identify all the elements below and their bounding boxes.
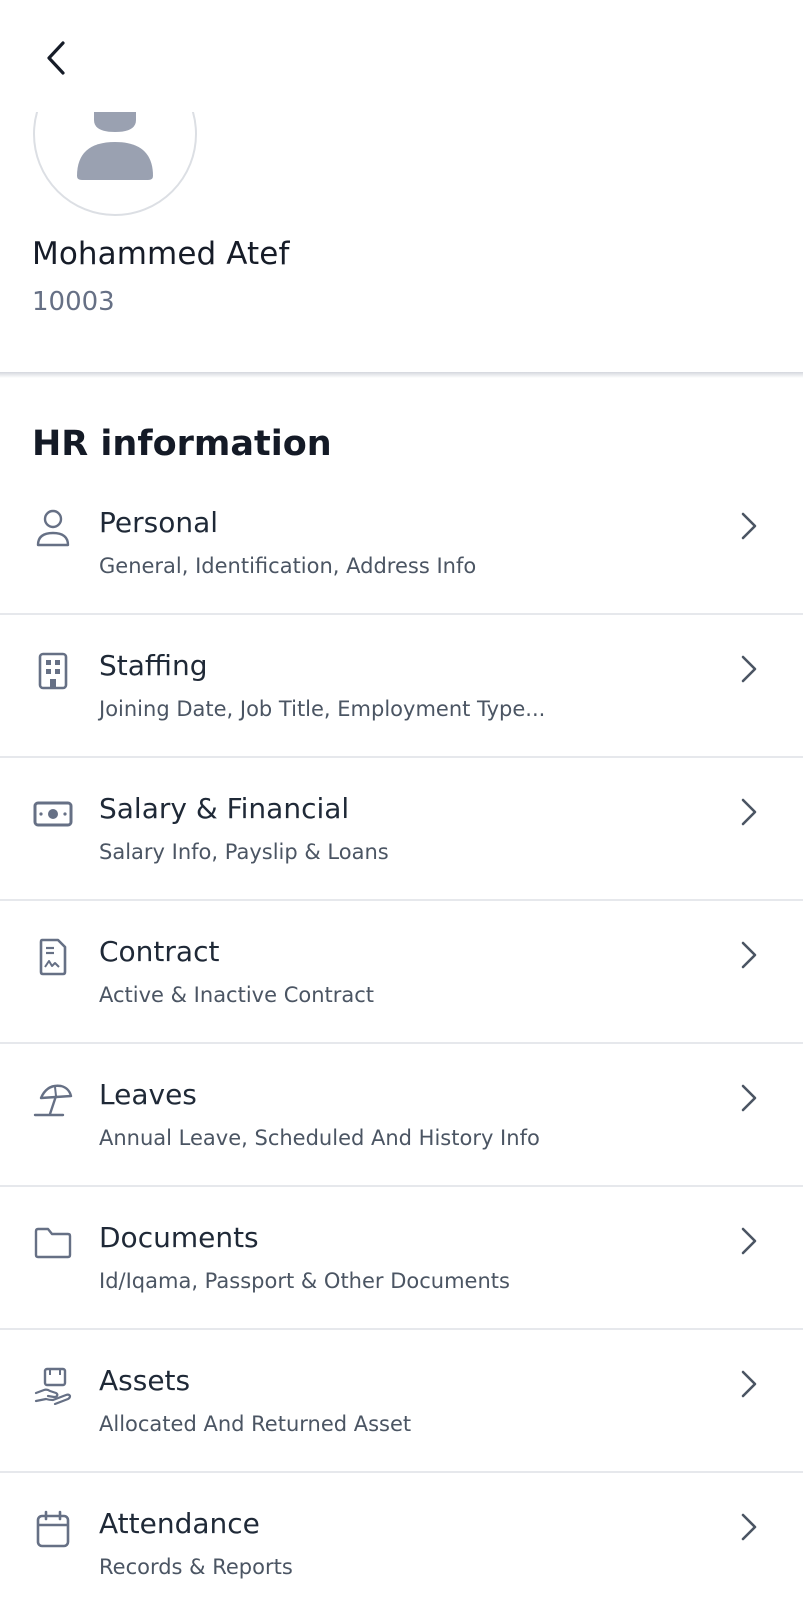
money-icon: [33, 794, 73, 834]
back-button[interactable]: [34, 36, 78, 80]
folder-icon: [33, 1223, 73, 1263]
chevron-right-icon: [735, 1370, 763, 1398]
menu-item-title: Leaves: [99, 1078, 197, 1111]
section-title: HR information: [32, 424, 332, 464]
user-icon: [33, 508, 73, 548]
menu-item-leaves[interactable]: Leaves Annual Leave, Scheduled And Histo…: [0, 1044, 803, 1187]
menu-item-title: Documents: [99, 1221, 259, 1254]
avatar-person-icon: [33, 112, 197, 216]
hr-menu-list: Personal General, Identification, Addres…: [0, 472, 803, 1616]
asset-hand-icon: [33, 1366, 73, 1406]
chevron-right-icon: [735, 1084, 763, 1112]
calendar-icon: [33, 1509, 73, 1549]
employee-id: 10003: [32, 287, 115, 317]
profile-header: Mohammed Atef 10003: [0, 0, 803, 372]
menu-item-assets[interactable]: Assets Allocated And Returned Asset: [0, 1330, 803, 1473]
menu-item-title: Salary & Financial: [99, 792, 350, 825]
menu-item-subtitle: Salary Info, Payslip & Loans: [99, 840, 389, 864]
menu-item-title: Assets: [99, 1364, 191, 1397]
menu-item-title: Contract: [99, 935, 220, 968]
menu-item-subtitle: Annual Leave, Scheduled And History Info: [99, 1126, 540, 1150]
chevron-right-icon: [735, 798, 763, 826]
menu-item-subtitle: Id/Iqama, Passport & Other Documents: [99, 1269, 510, 1293]
menu-item-subtitle: Records & Reports: [99, 1555, 293, 1579]
menu-item-subtitle: Active & Inactive Contract: [99, 983, 375, 1007]
menu-item-subtitle: General, Identification, Address Info: [99, 554, 477, 578]
menu-item-contract[interactable]: Contract Active & Inactive Contract: [0, 901, 803, 1044]
chevron-right-icon: [735, 1513, 763, 1541]
menu-item-subtitle: Allocated And Returned Asset: [99, 1412, 412, 1436]
menu-item-title: Staffing: [99, 649, 208, 682]
building-icon: [33, 651, 73, 691]
menu-item-title: Personal: [99, 506, 219, 539]
profile-name: Mohammed Atef: [32, 236, 290, 272]
umbrella-icon: [33, 1080, 73, 1120]
contract-icon: [33, 937, 73, 977]
menu-item-subtitle: Joining Date, Job Title, Employment Type…: [99, 697, 546, 721]
avatar: [32, 112, 198, 220]
chevron-right-icon: [735, 1227, 763, 1255]
menu-item-personal[interactable]: Personal General, Identification, Addres…: [0, 472, 803, 615]
chevron-right-icon: [735, 512, 763, 540]
chevron-right-icon: [735, 655, 763, 683]
menu-item-title: Attendance: [99, 1507, 260, 1540]
chevron-right-icon: [735, 941, 763, 969]
menu-item-staffing[interactable]: Staffing Joining Date, Job Title, Employ…: [0, 615, 803, 758]
menu-item-documents[interactable]: Documents Id/Iqama, Passport & Other Doc…: [0, 1187, 803, 1330]
menu-item-salary-financial[interactable]: Salary & Financial Salary Info, Payslip …: [0, 758, 803, 901]
header-divider: [0, 372, 803, 378]
menu-item-attendance[interactable]: Attendance Records & Reports: [0, 1473, 803, 1616]
chevron-left-icon: [47, 41, 65, 75]
